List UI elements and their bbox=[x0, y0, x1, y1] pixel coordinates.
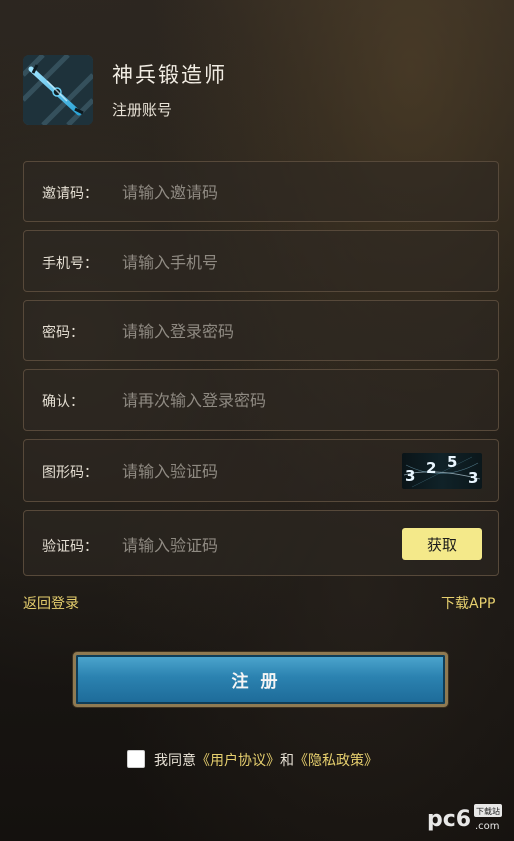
confirm-password-row: 确认： bbox=[23, 369, 499, 431]
sms-code-input[interactable] bbox=[122, 534, 362, 556]
captcha-char: 3 bbox=[468, 469, 478, 487]
agreement-and: 和 bbox=[280, 753, 294, 769]
user-agreement-link[interactable]: 《用户协议》 bbox=[196, 753, 280, 769]
captcha-label: 图形码： bbox=[42, 465, 98, 481]
sms-code-row: 验证码： 获取 bbox=[23, 510, 499, 576]
svg-text:.com: .com bbox=[475, 821, 500, 832]
captcha-row: 图形码： 3253 bbox=[23, 439, 499, 502]
sms-code-label: 验证码： bbox=[42, 539, 98, 555]
captcha-input[interactable] bbox=[122, 460, 362, 482]
password-label: 密码： bbox=[42, 325, 84, 341]
phone-row: 手机号： bbox=[23, 230, 499, 292]
privacy-policy-link[interactable]: 《隐私政策》 bbox=[294, 753, 378, 769]
get-code-button[interactable]: 获取 bbox=[402, 528, 482, 560]
invite-code-input[interactable] bbox=[122, 181, 382, 203]
password-row: 密码： bbox=[23, 300, 499, 361]
phone-input[interactable] bbox=[122, 251, 382, 273]
agree-checkbox[interactable] bbox=[127, 750, 145, 768]
captcha-char: 3 bbox=[405, 467, 415, 485]
page-subtitle: 注册账号 bbox=[112, 101, 173, 119]
agreement-text: 我同意《用户协议》和《隐私政策》 bbox=[154, 750, 378, 770]
svg-text:pc6: pc6 bbox=[427, 807, 471, 832]
captcha-char: 2 bbox=[426, 459, 436, 477]
confirm-password-label: 确认： bbox=[42, 394, 84, 410]
invite-code-row: 邀请码： bbox=[23, 161, 499, 222]
register-button[interactable]: 注册 bbox=[73, 652, 448, 707]
captcha-image[interactable]: 3 2 53 bbox=[402, 453, 482, 489]
app-logo-icon bbox=[23, 55, 93, 125]
app-name: 神兵锻造师 bbox=[112, 63, 227, 87]
pc6-watermark-logo: pc6 下载站 .com bbox=[425, 800, 505, 834]
svg-text:下载站: 下载站 bbox=[476, 806, 500, 816]
captcha-char: 5 bbox=[447, 453, 457, 471]
agreement-prefix: 我同意 bbox=[154, 753, 196, 769]
svg-text:3253: 3 2 53 bbox=[405, 453, 478, 487]
invite-code-label: 邀请码： bbox=[42, 186, 98, 202]
download-app-link[interactable]: 下载APP bbox=[441, 593, 495, 613]
password-input[interactable] bbox=[122, 320, 382, 342]
phone-label: 手机号： bbox=[42, 256, 98, 272]
confirm-password-input[interactable] bbox=[122, 389, 382, 411]
back-to-login-link[interactable]: 返回登录 bbox=[23, 593, 79, 613]
